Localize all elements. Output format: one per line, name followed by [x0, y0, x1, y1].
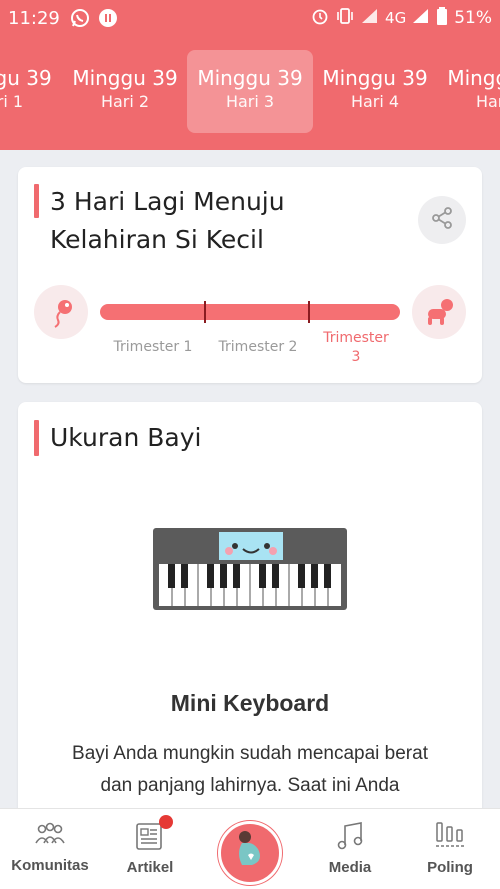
tab-week-label: Minggu 39: [0, 66, 52, 90]
trimester-divider: [204, 301, 206, 323]
tab-week-label: Minggu 39: [447, 66, 500, 90]
bottom-navigation: Komunitas Artikel Media Poling: [0, 808, 500, 889]
signal-icon-2: [412, 8, 430, 28]
music-icon: [335, 822, 365, 855]
nav-artikel[interactable]: Artikel: [100, 815, 200, 876]
day-tab-2[interactable]: Minggu 39 Hari 2: [62, 50, 188, 133]
status-time: 11:29: [8, 7, 60, 29]
tab-week-label: Minggu 39: [197, 66, 303, 90]
nav-label: Komunitas: [11, 857, 89, 874]
article-icon: [135, 815, 173, 855]
status-bar: 11:29 4G 51%: [0, 0, 500, 36]
nav-label: Poling: [427, 859, 473, 876]
size-object-name: Mini Keyboard: [170, 690, 330, 716]
signal-icon: [361, 8, 379, 28]
tab-day-label: Hari 3: [225, 92, 275, 111]
title-accent-bar: [34, 420, 39, 456]
day-tab-5[interactable]: Minggu 39 Hari 5: [437, 50, 500, 133]
share-icon: [430, 206, 454, 234]
day-tab-3[interactable]: Minggu 39 Hari 3: [187, 50, 313, 133]
trimester-progress-bar: [100, 301, 400, 323]
tab-week-label: Minggu 39: [72, 66, 178, 90]
size-description: Bayi Anda mungkin sudah mencapai berat d…: [72, 743, 428, 796]
nav-komunitas[interactable]: Komunitas: [0, 821, 100, 874]
pause-media-icon: [98, 8, 118, 28]
title-accent-bar: [34, 184, 39, 218]
trimester-2-label: Trimester 2: [218, 339, 298, 355]
baby-size-title: Ukuran Bayi: [50, 423, 202, 452]
tab-week-label: Minggu 39: [322, 66, 428, 90]
nav-media[interactable]: Media: [300, 821, 400, 876]
day-tab-1[interactable]: Minggu 39 Hari 1: [0, 50, 62, 133]
nav-label: Media: [328, 859, 372, 876]
community-icon: [33, 822, 67, 853]
nav-label: Artikel: [126, 859, 174, 876]
tab-day-label: Hari 5: [475, 92, 500, 111]
tab-day-label: Hari 2: [100, 92, 150, 111]
nav-pregnancy-home[interactable]: [218, 821, 282, 885]
tab-day-label: Hari 1: [0, 92, 24, 111]
countdown-title: 3 Hari Lagi Menuju Kelahiran Si Kecil: [50, 187, 285, 254]
trimester-divider: [308, 301, 310, 323]
share-button[interactable]: [418, 196, 466, 244]
network-type: 4G: [385, 9, 407, 27]
poll-icon: [434, 822, 466, 855]
whatsapp-icon: [70, 8, 90, 28]
trimester-1-label: Trimester 1: [113, 339, 193, 355]
battery-percent: 51%: [454, 8, 492, 28]
tab-day-label: Hari 4: [350, 92, 400, 111]
nav-poling[interactable]: Poling: [400, 821, 500, 876]
vibrate-icon: [335, 7, 355, 29]
week-day-selector: Minggu 39 Hari 1 Minggu 39 Hari 2 Minggu…: [0, 36, 500, 150]
day-tab-4[interactable]: Minggu 39 Hari 4: [312, 50, 438, 133]
alarm-icon: [311, 7, 329, 29]
battery-icon: [436, 7, 448, 29]
pregnancy-icon: [230, 829, 270, 877]
countdown-card: 3 Hari Lagi Menuju Kelahiran Si Kecil Tr…: [18, 167, 482, 383]
trimester-3-label: Trimester 3: [323, 330, 389, 365]
notification-badge: [159, 815, 173, 829]
sperm-egg-icon: [34, 285, 88, 339]
baby-size-card: Ukuran Bayi Mini Keyboard Bayi Anda mung…: [18, 402, 482, 832]
crawling-baby-icon: [412, 285, 466, 339]
mini-keyboard-illustration: [153, 528, 347, 616]
